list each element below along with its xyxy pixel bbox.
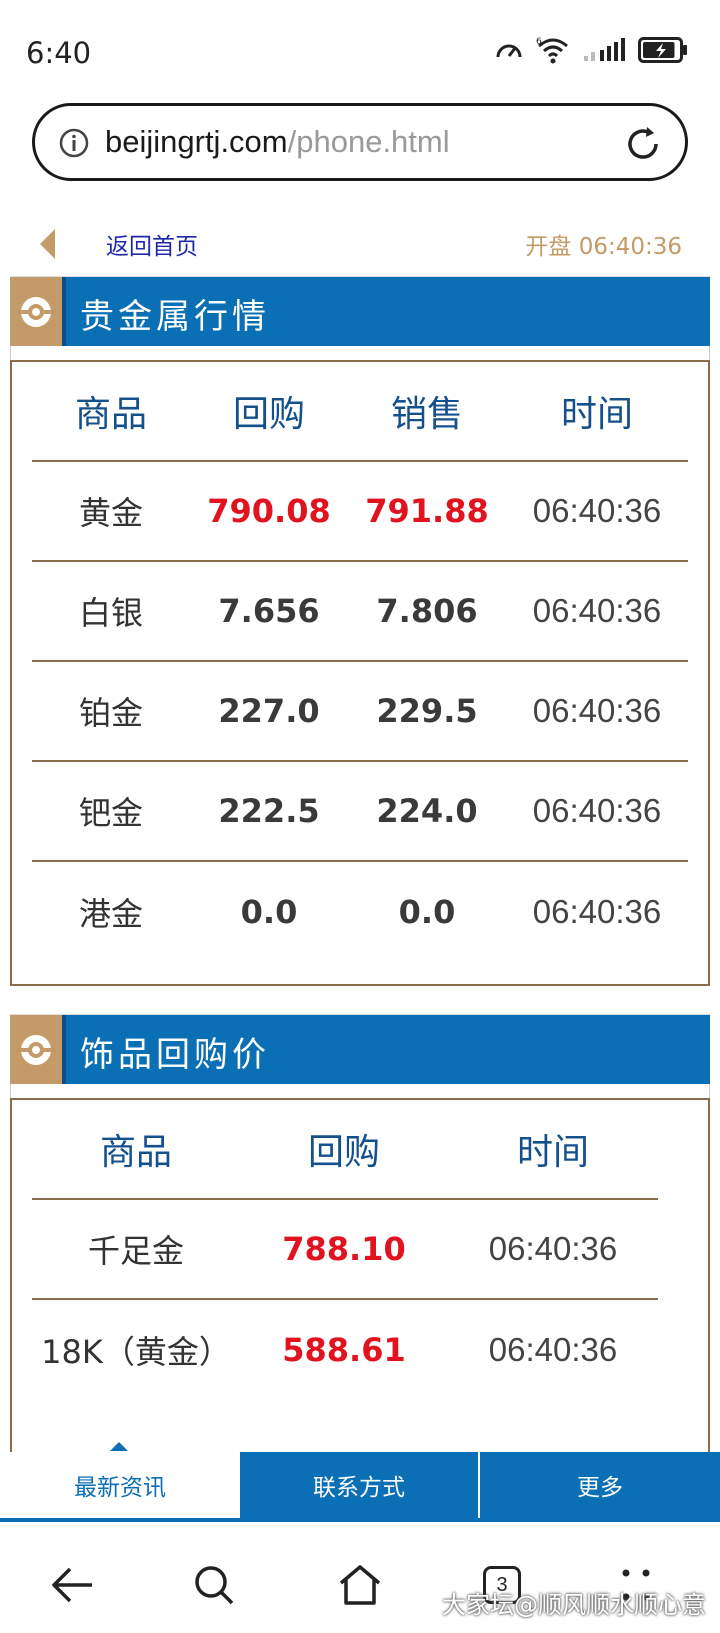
open-time-label: 开盘 06:40:36 bbox=[525, 234, 682, 260]
quote-time: 06:40:36 bbox=[532, 692, 662, 729]
header-product: 商品 bbox=[99, 1132, 172, 1173]
system-nav-bar: 3 大家坛@顺风顺水顺心意 bbox=[0, 1535, 720, 1633]
home-button[interactable] bbox=[330, 1555, 390, 1615]
watermark: 大家坛@顺风顺水顺心意 bbox=[442, 1591, 706, 1619]
page: 6:40 6 beijingrtj.com/phone.html 返回首页 开盘… bbox=[0, 0, 720, 1633]
wifi-icon: 6 bbox=[536, 37, 568, 64]
info-icon[interactable] bbox=[59, 128, 89, 158]
buyback-price: 588.61 bbox=[282, 1331, 406, 1369]
tab-contact-label: 联系方式 bbox=[313, 1475, 405, 1501]
buyback-price: 790.08 bbox=[207, 492, 331, 530]
reload-icon[interactable] bbox=[623, 124, 663, 164]
buyback-price: 7.656 bbox=[218, 592, 320, 630]
header-time: 时间 bbox=[560, 394, 633, 435]
active-tab-caret-icon bbox=[110, 1442, 128, 1451]
table-row: 千足金 788.10 06:40:36 bbox=[32, 1200, 658, 1300]
search-button[interactable] bbox=[184, 1555, 244, 1615]
quote-time: 06:40:36 bbox=[488, 1331, 618, 1368]
sale-price: 0.0 bbox=[398, 893, 456, 931]
product-name: 钯金 bbox=[78, 794, 143, 832]
table-row: 港金 0.0 0.0 06:40:36 bbox=[32, 862, 688, 962]
header-sale: 销售 bbox=[390, 394, 463, 435]
top-nav: 返回首页 开盘 06:40:36 bbox=[0, 215, 720, 269]
wifi-label: 6 bbox=[536, 37, 542, 47]
url-domain: beijingrtj.com bbox=[105, 124, 288, 159]
section-divider bbox=[62, 277, 66, 347]
coin-icon bbox=[21, 297, 51, 327]
header-time: 时间 bbox=[516, 1132, 589, 1173]
table-row: 铂金 227.0 229.5 06:40:36 bbox=[32, 662, 688, 762]
quote-time: 06:40:36 bbox=[488, 1230, 618, 1267]
product-name: 铂金 bbox=[78, 694, 143, 732]
back-arrow-icon[interactable] bbox=[40, 229, 55, 259]
back-button[interactable] bbox=[42, 1555, 102, 1615]
section-title: 饰品回购价 bbox=[80, 1035, 270, 1075]
section-header-precious-metals: 贵金属行情 bbox=[10, 276, 710, 347]
quote-time: 06:40:36 bbox=[532, 893, 662, 930]
table-row: 18K（黄金） 588.61 06:40:36 bbox=[32, 1300, 658, 1400]
status-time: 6:40 bbox=[26, 36, 92, 70]
header-buyback: 回购 bbox=[307, 1132, 380, 1173]
quote-time: 06:40:36 bbox=[532, 792, 662, 829]
section-title: 贵金属行情 bbox=[80, 297, 270, 337]
battery-icon bbox=[638, 37, 687, 63]
product-name: 黄金 bbox=[78, 494, 143, 532]
buyback-price: 788.10 bbox=[282, 1230, 406, 1268]
bottom-divider bbox=[0, 1518, 720, 1522]
product-name: 千足金 bbox=[87, 1232, 184, 1270]
section-icon-box bbox=[10, 277, 62, 347]
tab-more[interactable]: 更多 bbox=[480, 1452, 720, 1518]
tab-more-label: 更多 bbox=[577, 1475, 623, 1501]
buyback-price: 0.0 bbox=[240, 893, 298, 931]
back-arrow-icon bbox=[52, 1567, 92, 1603]
product-name: 白银 bbox=[78, 594, 143, 632]
section-divider bbox=[62, 1015, 66, 1085]
home-link[interactable]: 返回首页 bbox=[106, 227, 198, 261]
section-header-jewelry: 饰品回购价 bbox=[10, 1014, 710, 1085]
status-icons: 6 bbox=[494, 36, 688, 64]
sale-price: 791.88 bbox=[365, 492, 489, 530]
jewelry-buyback-table: 商品 回购 时间 千足金 788.10 06:40:36 18K（黄金） 588… bbox=[10, 1098, 710, 1458]
buyback-price: 227.0 bbox=[218, 692, 320, 730]
status-bar: 6:40 6 bbox=[0, 0, 720, 100]
product-name: 18K（黄金） bbox=[41, 1333, 231, 1371]
speed-meter-icon bbox=[496, 44, 522, 58]
address-bar[interactable]: beijingrtj.com/phone.html bbox=[32, 103, 688, 181]
header-product: 商品 bbox=[74, 394, 147, 435]
coin-icon bbox=[21, 1035, 51, 1065]
table-header-row: 商品 回购 时间 bbox=[32, 1100, 658, 1200]
url-text[interactable]: beijingrtj.com/phone.html bbox=[105, 124, 450, 160]
table-header-row: 商品 回购 销售 时间 bbox=[32, 362, 688, 462]
tab-contact[interactable]: 联系方式 bbox=[240, 1452, 478, 1518]
section-icon-box bbox=[10, 1015, 62, 1085]
sale-price: 229.5 bbox=[376, 692, 478, 730]
table-row: 钯金 222.5 224.0 06:40:36 bbox=[32, 762, 688, 862]
signal-icon bbox=[584, 38, 625, 61]
table-row: 黄金 790.08 791.88 06:40:36 bbox=[32, 462, 688, 562]
url-path: /phone.html bbox=[287, 124, 450, 159]
buyback-price: 222.5 bbox=[218, 792, 320, 830]
bottom-tab-bar: 最新资讯 联系方式 更多 bbox=[0, 1442, 720, 1518]
quote-time: 06:40:36 bbox=[532, 492, 662, 529]
sale-price: 224.0 bbox=[376, 792, 478, 830]
tab-news-label: 最新资讯 bbox=[74, 1475, 166, 1501]
search-icon bbox=[195, 1566, 234, 1605]
sale-price: 7.806 bbox=[376, 592, 478, 630]
header-buyback: 回购 bbox=[232, 394, 305, 435]
precious-metals-table: 商品 回购 销售 时间 黄金 790.08 791.88 06:40:36 白银… bbox=[10, 360, 710, 986]
home-icon bbox=[339, 1565, 381, 1605]
quote-time: 06:40:36 bbox=[532, 592, 662, 629]
product-name: 港金 bbox=[78, 895, 143, 933]
table-row: 白银 7.656 7.806 06:40:36 bbox=[32, 562, 688, 662]
tab-news[interactable]: 最新资讯 bbox=[0, 1442, 240, 1518]
